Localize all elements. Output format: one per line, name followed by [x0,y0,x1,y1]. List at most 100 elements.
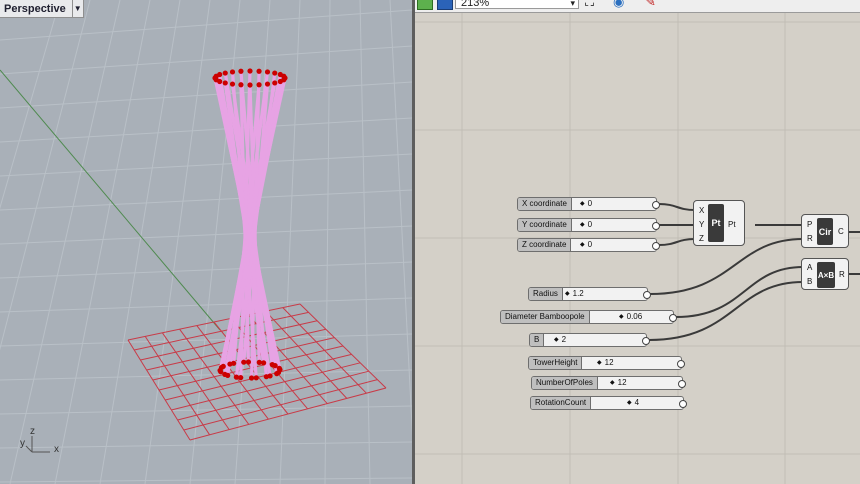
y-coordinate-slider[interactable]: Y coordinate 0 [517,218,660,232]
slider-value[interactable]: 4 [627,397,639,409]
pole-top-point [247,68,253,74]
slider-name: Y coordinate [518,219,572,231]
pole-top-point [229,69,236,75]
output-grip[interactable] [669,314,677,322]
pole-base-point [222,371,228,377]
output-grip[interactable] [678,380,686,388]
background-grid [0,0,412,484]
diameter-bamboopole-slider[interactable]: Diameter Bamboopole 0.06 [500,310,677,324]
zoom-value[interactable]: 213% [461,0,489,9]
new-document-icon[interactable] [417,0,433,10]
circle-component-core: Cir [817,218,833,245]
output-pt-label[interactable]: Pt [728,220,736,229]
radius-slider[interactable]: Radius 1.2 [528,287,651,301]
multiplication-component[interactable]: A B A×B R [801,258,849,290]
wire-diameter-to-a [675,266,804,318]
output-grip[interactable] [677,360,685,368]
grasshopper-canvas[interactable]: X coordinate 0 Y coordinate 0 Z coordina… [415,0,860,484]
output-r-label[interactable]: R [839,270,845,279]
wire-radius-to-r [649,238,804,295]
pole-top-point [264,81,271,87]
pole-top-point [238,68,244,74]
input-r-label[interactable]: R [807,234,813,243]
canvas-toolbar: 213% ▾ ⛶ ◉ ✎ [415,0,860,13]
input-a-label[interactable]: A [807,263,812,272]
x-coordinate-slider[interactable]: X coordinate 0 [517,197,660,211]
rhino-perspective-viewport[interactable]: z y x Perspective ▼ [0,0,412,484]
slider-value[interactable]: 0 [580,219,592,231]
zoom-field[interactable]: 213% ▾ [455,0,579,9]
zoom-extents-icon[interactable]: ⛶ [585,0,594,9]
pole-top-point [217,71,223,78]
green-axis-line [0,69,221,331]
pole-base-point [263,374,269,380]
b-slider[interactable]: B 2 [529,333,650,347]
slider-value[interactable]: 2 [554,334,566,346]
slider-name: TowerHeight [529,357,583,369]
axis-y-label: y [20,438,25,449]
save-icon[interactable] [437,0,453,10]
slider-value[interactable]: 0 [580,198,592,210]
preview-eye-icon[interactable]: ◉ [613,0,624,9]
output-grip[interactable] [652,242,660,250]
input-x-label[interactable]: X [699,206,704,215]
output-grip[interactable] [652,201,660,209]
input-z-label[interactable]: Z [699,234,704,243]
pole-top-point [272,70,278,76]
slider-name: Diameter Bamboopole [501,311,590,323]
pole-base-point [245,359,252,365]
slider-name: Z coordinate [518,239,572,251]
pole-base-point [274,371,280,377]
axis-x-label: x [54,444,59,455]
input-y-label[interactable]: Y [699,220,704,229]
viewport-menu-arrow-icon[interactable]: ▼ [71,0,83,17]
input-b-label[interactable]: B [807,277,812,286]
pole-top-point [238,82,244,88]
pole-base-point [261,360,267,366]
slider-value[interactable]: 12 [597,357,614,369]
pole-top-point [229,81,236,87]
bake-icon[interactable]: ✎ [645,0,656,9]
point-component-core: Pt [708,204,724,242]
slider-value[interactable]: 0.06 [619,311,643,323]
slider-value[interactable]: 1.2 [565,288,584,300]
slider-name: RotationCount [531,397,592,409]
slider-value[interactable]: 0 [580,239,592,251]
viewport-title[interactable]: Perspective [0,3,72,15]
pole-base-point [231,360,237,366]
output-grip[interactable] [652,222,660,230]
pole-base-point [272,363,278,369]
output-grip[interactable] [643,291,651,299]
z-coordinate-slider[interactable]: Z coordinate 0 [517,238,660,252]
pole-base-point [233,374,239,380]
pole-top-point [247,82,253,88]
slider-name: NumberOfPoles [532,377,598,389]
construct-point-component[interactable]: X Y Z Pt Pt [693,200,745,246]
pole-top-point [264,69,271,75]
pole-top-point [277,78,283,85]
wire-x-to-pt [658,203,696,211]
rotation-count-slider[interactable]: RotationCount 4 [530,396,687,410]
output-grip[interactable] [642,337,650,345]
output-grip[interactable] [679,400,687,408]
slider-value[interactable]: 12 [610,377,627,389]
axis-z-label: z [30,426,35,437]
output-c-label[interactable]: C [838,227,844,236]
pole-top-point [256,82,262,88]
pole-top-point [222,70,228,76]
slider-name: Radius [529,288,563,300]
pole-top-point [222,80,228,86]
zoom-dropdown-icon[interactable]: ▾ [570,0,575,10]
pole-top-point [281,73,287,79]
viewport-title-tab[interactable]: Perspective ▼ [0,0,84,18]
input-p-label[interactable]: P [807,220,812,229]
number-of-poles-slider[interactable]: NumberOfPoles 12 [531,376,686,390]
tower-height-slider[interactable]: TowerHeight 12 [528,356,685,370]
slider-name: B [530,334,545,346]
pole-base-point [241,359,247,365]
bamboo-tower [213,69,287,380]
pole-base-point [220,363,226,369]
pole-base-point [277,366,283,373]
circle-component[interactable]: P R Cir C [801,214,849,248]
pole-top-point [272,80,278,86]
